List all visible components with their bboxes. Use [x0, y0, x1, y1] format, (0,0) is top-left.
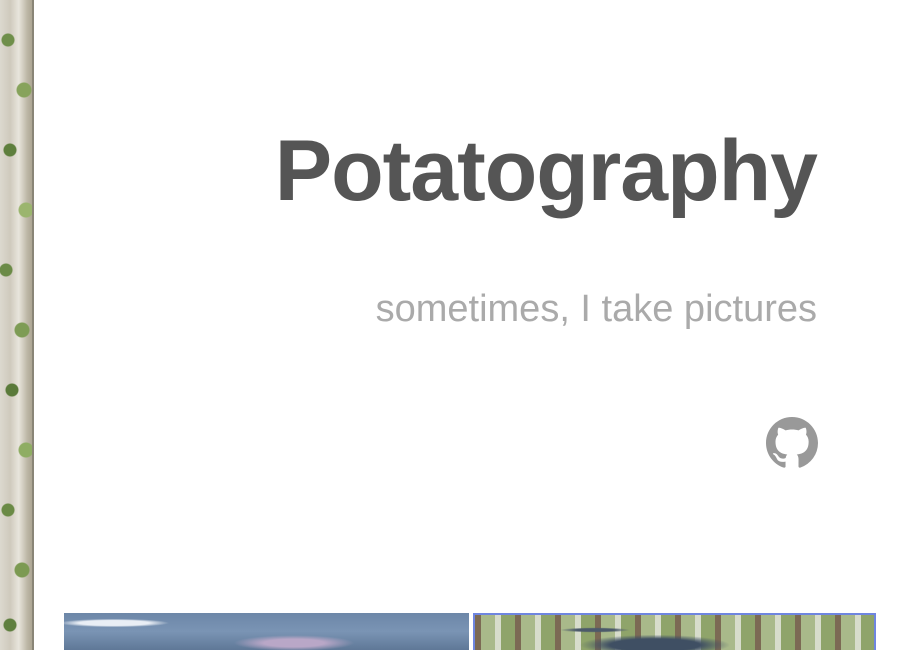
photo-thumbnail[interactable] [64, 613, 469, 650]
site-header: Potatography [274, 123, 818, 219]
photo-gallery [64, 613, 878, 650]
page: Potatography sometimes, I take pictures [0, 0, 900, 650]
site-title: Potatography [274, 123, 818, 219]
github-link[interactable] [766, 417, 818, 469]
photo-thumbnail[interactable] [473, 613, 876, 650]
site-tagline: sometimes, I take pictures [375, 288, 817, 330]
github-icon [766, 417, 818, 468]
background-photo [0, 0, 34, 650]
